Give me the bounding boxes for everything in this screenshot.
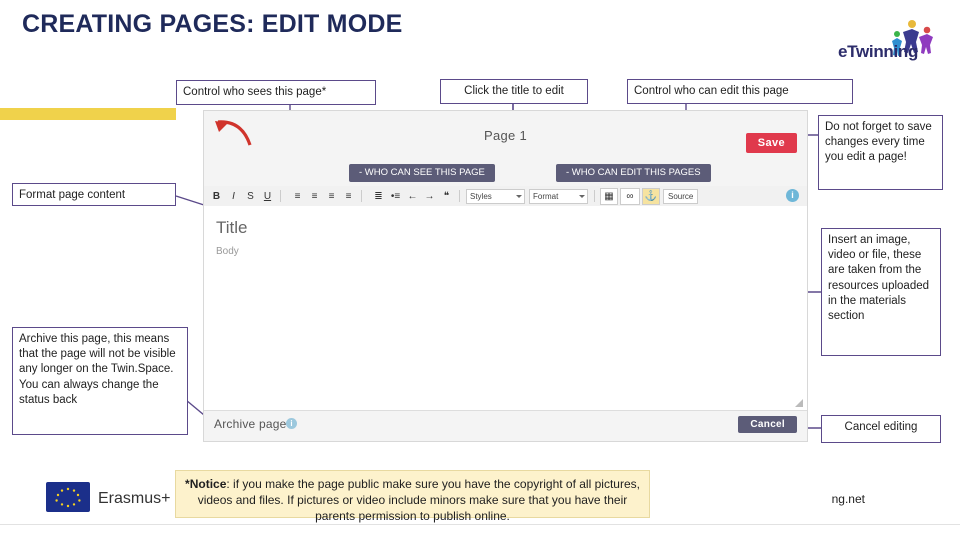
page-title: CREATING PAGES: EDIT MODE [22, 10, 403, 38]
format-select[interactable]: Format [529, 188, 588, 204]
callout-format-content: Format page content [12, 183, 176, 206]
toolbar-separator [459, 190, 460, 202]
toolbar-group-list: ≣ •≡ ← → ❝ [370, 189, 455, 204]
editor-body-field[interactable]: Body [216, 246, 239, 257]
editor-content-area[interactable]: Title Body [204, 206, 807, 411]
callout-click-title: Click the title to edit [440, 79, 588, 104]
callout-cancel-editing: Cancel editing [821, 415, 941, 443]
callout-who-sees: Control who sees this page* [176, 80, 376, 105]
toolbar-separator [280, 190, 281, 202]
align-right-icon[interactable]: ≡ [324, 189, 339, 204]
twinspace-editor-screenshot: Page 1 Save - WHO CAN SEE THIS PAGE - WH… [203, 110, 808, 442]
ordered-list-icon[interactable]: ≣ [371, 189, 386, 204]
italic-icon[interactable]: I [226, 189, 241, 204]
table-icon[interactable]: ▦ [600, 187, 618, 205]
link-icon[interactable]: ∞ [620, 187, 640, 205]
align-left-icon[interactable]: ≡ [290, 189, 305, 204]
outdent-icon[interactable]: ← [405, 189, 420, 204]
unordered-list-icon[interactable]: •≡ [388, 189, 403, 204]
eu-stars-icon [55, 487, 81, 508]
callout-who-edits: Control who can edit this page [627, 79, 853, 104]
editor-header: Page 1 Save - WHO CAN SEE THIS PAGE - WH… [204, 111, 807, 187]
site-url: ng.net [831, 492, 865, 506]
source-button[interactable]: Source [663, 188, 699, 204]
erasmus-logo: Erasmus+ [46, 480, 196, 520]
underline-icon[interactable]: U [260, 189, 275, 204]
toolbar-group-align: ≡ ≡ ≡ ≡ [289, 189, 357, 204]
copyright-notice: *Notice: if you make the page public mak… [175, 470, 650, 523]
who-can-edit-pill[interactable]: - WHO CAN EDIT THIS PAGES [556, 164, 711, 182]
etwinning-logo: eTwinning [834, 14, 942, 64]
cancel-button[interactable]: Cancel [738, 416, 797, 433]
attachment-icon[interactable]: ⚓ [642, 187, 660, 205]
eu-flag-icon [46, 482, 90, 512]
erasmus-label: Erasmus+ [98, 490, 171, 507]
who-can-see-pill[interactable]: - WHO CAN SEE THIS PAGE [349, 164, 495, 182]
info-icon[interactable]: i [786, 189, 799, 202]
callout-archive-note: Archive this page, this means that the p… [12, 327, 188, 435]
align-justify-icon[interactable]: ≡ [341, 189, 356, 204]
editor-footer: Archive page i Cancel [204, 410, 807, 441]
bold-icon[interactable]: B [209, 189, 224, 204]
resize-grip-icon[interactable] [795, 399, 803, 407]
blockquote-icon[interactable]: ❝ [439, 189, 454, 204]
indent-icon[interactable]: → [422, 189, 437, 204]
footer-divider [0, 524, 960, 525]
archive-info-icon[interactable]: i [286, 418, 297, 429]
accent-bar [0, 108, 176, 120]
page-label: Page 1 [483, 128, 527, 143]
archive-page-button[interactable]: Archive page [214, 417, 286, 431]
styles-select[interactable]: Styles [466, 188, 525, 204]
align-center-icon[interactable]: ≡ [307, 189, 322, 204]
callout-save-note: Do not forget to save changes every time… [818, 115, 943, 190]
callout-insert-media: Insert an image, video or file, these ar… [821, 228, 941, 356]
notice-text: : if you make the page public make sure … [197, 477, 640, 524]
toolbar-separator [594, 190, 595, 202]
etwinning-logo-text: eTwinning [838, 42, 919, 61]
strikethrough-icon[interactable]: S [243, 189, 258, 204]
toolbar-separator [361, 190, 362, 202]
editor-title-field[interactable]: Title [216, 218, 248, 238]
toolbar-group-text: B I S U [208, 189, 276, 204]
editor-toolbar: B I S U ≡ ≡ ≡ ≡ ≣ •≡ ← → ❝ Styles Format… [204, 186, 807, 207]
save-button[interactable]: Save [745, 133, 797, 153]
